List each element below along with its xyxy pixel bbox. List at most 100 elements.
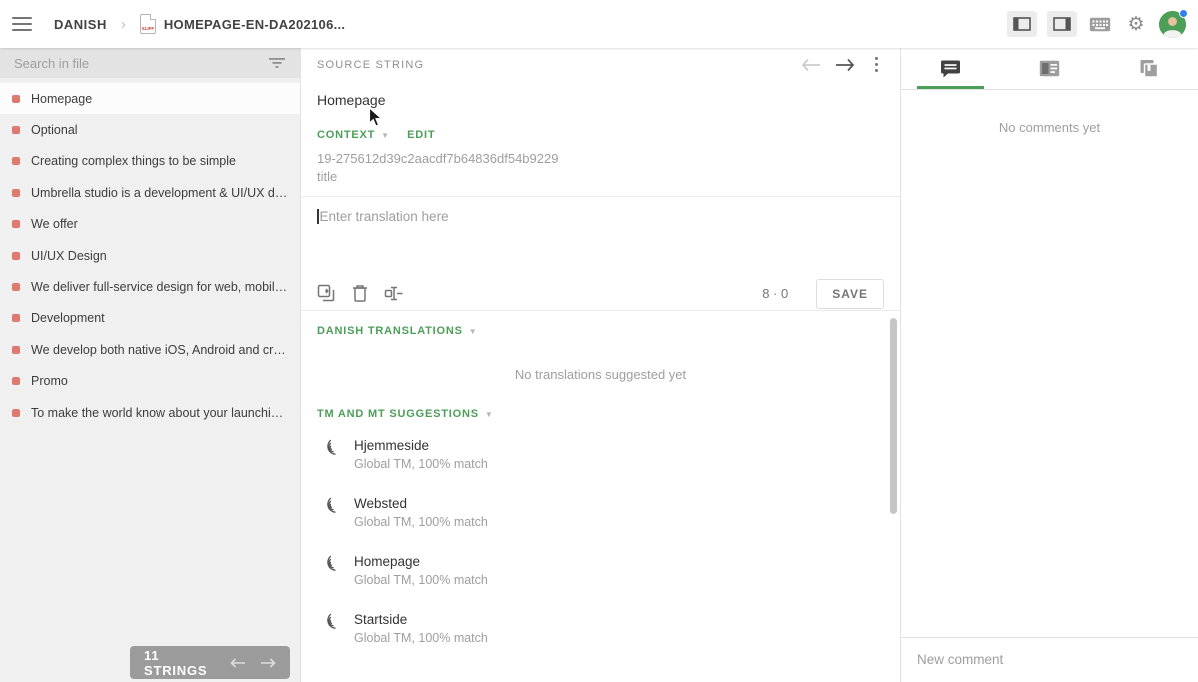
settings-button[interactable]: ⚙	[1123, 11, 1149, 37]
string-list-item[interactable]: Homepage	[0, 83, 300, 115]
previous-page-arrow-icon[interactable]	[230, 657, 246, 668]
edit-context-button[interactable]: EDIT	[407, 129, 435, 141]
keyboard-icon	[1089, 17, 1111, 31]
text-selection-mode-button[interactable]	[384, 284, 404, 303]
text-caret	[317, 209, 319, 224]
string-list-item[interactable]: We develop both native iOS, Android and …	[0, 334, 300, 365]
string-list-item[interactable]: Umbrella studio is a development & UI/UX…	[0, 177, 300, 208]
search-bar	[0, 48, 300, 78]
untranslated-status-marker	[12, 408, 20, 417]
tab-search-tm[interactable]	[1000, 48, 1099, 89]
string-list-item[interactable]: UI/UX Design	[0, 240, 300, 271]
chevron-down-icon: ▼	[484, 409, 493, 419]
user-avatar[interactable]	[1159, 8, 1188, 38]
no-translations-message: No translations suggested yet	[514, 367, 687, 382]
tm-suggestion-item[interactable]: Hjemmeside Global TM, 100% match	[301, 432, 900, 477]
context-toggle[interactable]: CONTEXT	[317, 129, 375, 141]
suggestion-source-meta: Global TM, 100% match	[354, 515, 488, 529]
chevron-right-icon: ›	[120, 15, 126, 33]
menu-icon[interactable]	[12, 17, 32, 31]
string-list-item[interactable]: To make the world know about your launch…	[0, 397, 300, 428]
string-label: UI/UX Design	[31, 248, 107, 263]
tm-mt-suggestions-header[interactable]: TM AND MT SUGGESTIONS	[317, 408, 479, 420]
suggestion-text: Startside	[354, 612, 408, 627]
next-page-arrow-icon[interactable]	[260, 657, 276, 668]
suggestion-source-meta: Global TM, 100% match	[354, 573, 488, 587]
suggestion-text: Homepage	[354, 554, 421, 569]
dictionary-book-icon	[1140, 60, 1158, 78]
translation-memory-icon	[317, 497, 338, 529]
copy-source-button[interactable]	[317, 284, 336, 303]
string-label: Umbrella studio is a development & UI/UX…	[31, 185, 290, 200]
scrollbar-thumb[interactable]	[890, 318, 897, 514]
breadcrumb-language[interactable]: DANISH	[54, 17, 107, 32]
string-list-item[interactable]: We deliver full-service design for web, …	[0, 271, 300, 302]
file-xliff-icon: XLIFF	[139, 14, 156, 34]
suggestion-source-meta: Global TM, 100% match	[354, 631, 488, 645]
string-label: Promo	[31, 374, 68, 389]
untranslated-status-marker	[12, 126, 20, 135]
string-list-item[interactable]: We offer	[0, 209, 300, 240]
string-list-item[interactable]: Promo	[0, 366, 300, 397]
untranslated-status-marker	[12, 377, 20, 386]
strings-sidebar: Homepage Optional Creating complex thing…	[0, 48, 300, 682]
gear-icon: ⚙	[1127, 13, 1145, 35]
new-comment-input[interactable]	[917, 652, 1182, 667]
tm-suggestion-item[interactable]: Startside Global TM, 100% match	[301, 606, 900, 651]
string-label: We develop both native iOS, Android and …	[31, 342, 290, 357]
string-label: Optional	[31, 123, 78, 138]
strings-count-footer: 11 STRINGS	[130, 646, 290, 679]
no-comments-message: No comments yet	[998, 120, 1101, 135]
toggle-right-panel-button[interactable]	[1047, 11, 1077, 37]
string-label: Development	[31, 311, 105, 326]
save-button[interactable]: SAVE	[816, 278, 884, 309]
file-name: HOMEPAGE-EN-DA202106...	[163, 16, 346, 32]
keyboard-shortcuts-button[interactable]	[1087, 11, 1113, 37]
tab-terminology[interactable]	[1099, 48, 1198, 89]
previous-string-button[interactable]	[801, 58, 821, 72]
next-string-button[interactable]	[835, 58, 855, 72]
tm-card-icon	[1039, 60, 1060, 77]
source-text: Homepage	[317, 92, 386, 108]
tm-suggestion-item[interactable]: Homepage Global TM, 100% match	[301, 548, 900, 593]
string-label: Creating complex things to be simple	[31, 154, 236, 169]
suggestion-text: Hjemmeside	[354, 438, 430, 453]
untranslated-status-marker	[12, 314, 20, 323]
translation-memory-icon	[317, 439, 338, 471]
clear-translation-button[interactable]	[352, 284, 368, 303]
tm-suggestion-item[interactable]: Websted Global TM, 100% match	[301, 490, 900, 535]
toggle-left-panel-button[interactable]	[1007, 11, 1037, 37]
suggestion-text: Websted	[354, 496, 408, 511]
string-list: Homepage Optional Creating complex thing…	[0, 78, 300, 428]
untranslated-status-marker	[12, 283, 20, 292]
translation-memory-icon	[317, 555, 338, 587]
danish-translations-header[interactable]: DANISH TRANSLATIONS	[317, 325, 463, 337]
translation-input[interactable]: Enter translation here	[301, 197, 900, 277]
string-list-item[interactable]: Optional	[0, 114, 300, 145]
right-panel-tabs	[901, 48, 1198, 90]
editor-panel: SOURCE STRING Homepage CONTEXT ▼ EDIT 19…	[300, 48, 901, 682]
filter-icon[interactable]	[268, 56, 286, 70]
tab-comments[interactable]	[901, 48, 1000, 89]
untranslated-status-marker	[12, 157, 20, 166]
new-comment-bar	[901, 637, 1198, 682]
string-list-item[interactable]: Creating complex things to be simple	[0, 146, 300, 177]
untranslated-status-marker	[12, 188, 20, 197]
untranslated-status-marker	[12, 94, 20, 103]
suggestions-area: DANISH TRANSLATIONS ▼ No translations su…	[301, 311, 900, 682]
top-bar: DANISH › XLIFF HOMEPAGE-EN-DA202106... ⚙	[0, 0, 1198, 48]
string-list-item[interactable]: Development	[0, 303, 300, 334]
chevron-down-icon: ▼	[381, 130, 390, 140]
tm-suggestion-list: Hjemmeside Global TM, 100% match Websted…	[301, 420, 900, 651]
translation-memory-icon	[317, 613, 338, 645]
comments-panel: No comments yet	[901, 48, 1198, 682]
layout-left-icon	[1013, 17, 1031, 31]
suggestion-source-meta: Global TM, 100% match	[354, 457, 488, 471]
breadcrumb-file[interactable]: XLIFF HOMEPAGE-EN-DA202106...	[139, 14, 346, 34]
notification-dot	[1179, 8, 1188, 18]
layout-right-icon	[1053, 17, 1071, 31]
search-input[interactable]	[14, 55, 268, 71]
more-options-icon[interactable]	[869, 55, 885, 75]
source-string-header: SOURCE STRING	[317, 58, 425, 71]
context-identifier: 19-275612d39c2aacdf7b64836df54b9229	[317, 151, 559, 166]
